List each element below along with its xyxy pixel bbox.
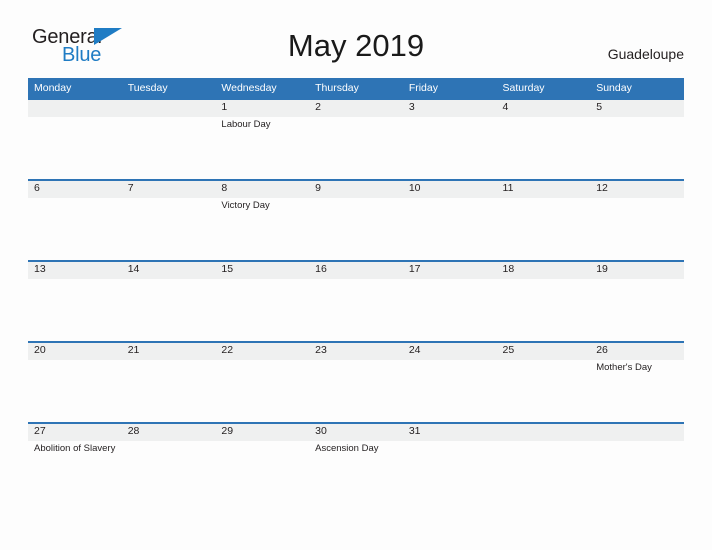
- weekday-header-saturday: Saturday: [502, 82, 545, 94]
- day-number: 10: [408, 182, 421, 194]
- weekday-header-wednesday: Wednesday: [221, 82, 277, 94]
- calendar: Monday Tuesday Wednesday Thursday Friday…: [28, 78, 684, 503]
- calendar-day-cell[interactable]: 25: [497, 341, 591, 420]
- day-number: 17: [408, 263, 421, 275]
- calendar-body: 1 Labour Day 2 3 4 5 6 7 8 Victory Day 9 10 11 12 13 14…: [28, 98, 684, 503]
- day-number: 29: [221, 425, 234, 437]
- calendar-day-cell[interactable]: 20: [28, 341, 122, 420]
- calendar-day-cell[interactable]: 9: [309, 179, 403, 258]
- day-event-label: Mother's Day: [596, 362, 652, 373]
- calendar-day-cell[interactable]: 4: [497, 98, 591, 177]
- calendar-day-cell[interactable]: 5: [590, 98, 684, 177]
- calendar-day-cell[interactable]: 21: [122, 341, 216, 420]
- calendar-day-cell[interactable]: 6: [28, 179, 122, 258]
- day-number: 4: [502, 101, 509, 113]
- calendar-day-cell[interactable]: 19: [590, 260, 684, 339]
- day-event-label: Ascension Day: [315, 443, 379, 454]
- week-cells: 13 14 15 16 17 18 19: [28, 260, 684, 339]
- calendar-week-row: 1 Labour Day 2 3 4 5: [28, 98, 684, 179]
- weekday-header-tuesday: Tuesday: [127, 82, 168, 94]
- calendar-week-row: 27 Abolition of Slavery 28 29 30 Ascension Da…: [28, 422, 684, 503]
- calendar-day-cell[interactable]: 8 Victory Day: [215, 179, 309, 258]
- calendar-day-cell[interactable]: 12: [590, 179, 684, 258]
- day-number: 13: [34, 263, 46, 275]
- calendar-day-cell[interactable]: 15: [215, 260, 309, 339]
- calendar-day-cell-empty: [590, 422, 684, 501]
- calendar-day-cell-empty: [28, 98, 122, 177]
- calendar-day-cell[interactable]: 26 Mother's Day: [590, 341, 684, 420]
- calendar-day-cell[interactable]: 23: [309, 341, 403, 420]
- calendar-week-row: 13 14 15 16 17 18 19: [28, 260, 684, 341]
- day-number: 24: [408, 344, 421, 356]
- calendar-day-cell[interactable]: 1 Labour Day: [215, 98, 309, 177]
- calendar-day-cell[interactable]: 17: [403, 260, 497, 339]
- day-number: 27: [34, 425, 46, 437]
- calendar-day-cell[interactable]: 27 Abolition of Slavery: [28, 422, 122, 501]
- day-number: 21: [127, 344, 140, 356]
- weekday-header-friday: Friday: [408, 82, 438, 94]
- week-cells: 1 Labour Day 2 3 4 5: [28, 98, 684, 177]
- calendar-day-cell[interactable]: 31: [403, 422, 497, 501]
- calendar-day-cell[interactable]: 24: [403, 341, 497, 420]
- day-event-label: Victory Day: [221, 200, 270, 211]
- day-number: 5: [596, 101, 603, 113]
- day-number: 9: [315, 182, 321, 194]
- day-number: 8: [221, 182, 228, 194]
- day-event-label: Abolition of Slavery: [34, 443, 116, 454]
- day-number: 28: [127, 425, 140, 437]
- calendar-day-cell[interactable]: 22: [215, 341, 309, 420]
- day-number: 22: [221, 344, 234, 356]
- day-number: 3: [408, 101, 415, 113]
- day-number: 31: [408, 425, 421, 437]
- day-number: 2: [315, 101, 321, 113]
- day-event-label: Labour Day: [221, 119, 271, 130]
- week-cells: 6 7 8 Victory Day 9 10 11 12: [28, 179, 684, 258]
- day-number: 19: [596, 263, 608, 275]
- day-number: 25: [502, 344, 515, 356]
- week-cells: 20 21 22 23 24 25 26 Mother's Day: [28, 341, 684, 420]
- calendar-day-cell[interactable]: 28: [122, 422, 216, 501]
- day-number: 1: [221, 101, 228, 113]
- day-number: 6: [34, 182, 40, 194]
- calendar-day-cell[interactable]: 13: [28, 260, 122, 339]
- calendar-day-cell[interactable]: 16: [309, 260, 403, 339]
- weekday-header-thursday: Thursday: [315, 82, 359, 94]
- calendar-day-cell[interactable]: 18: [497, 260, 591, 339]
- calendar-day-cell[interactable]: 7: [122, 179, 216, 258]
- calendar-week-row: 6 7 8 Victory Day 9 10 11 12: [28, 179, 684, 260]
- day-number: 23: [315, 344, 327, 356]
- day-number: 18: [502, 263, 515, 275]
- day-number: 12: [596, 182, 608, 194]
- weekday-header-monday: Monday: [34, 82, 72, 94]
- day-number: 11: [502, 182, 514, 194]
- calendar-day-cell-empty: [122, 98, 216, 177]
- calendar-day-cell[interactable]: 29: [215, 422, 309, 501]
- calendar-day-cell[interactable]: 2: [309, 98, 403, 177]
- day-number: 7: [127, 182, 134, 194]
- calendar-day-cell-empty: [497, 422, 591, 501]
- region-label: Guadeloupe: [607, 46, 684, 62]
- weekday-header-row: Monday Tuesday Wednesday Thursday Friday…: [28, 78, 684, 98]
- calendar-day-cell[interactable]: 3: [403, 98, 497, 177]
- day-number: 20: [34, 344, 46, 356]
- calendar-day-cell[interactable]: 30 Ascension Day: [309, 422, 403, 501]
- day-number: 16: [315, 263, 327, 275]
- calendar-week-row: 20 21 22 23 24 25 26 Mother's Day: [28, 341, 684, 422]
- day-number: 14: [127, 263, 140, 275]
- week-cells: 27 Abolition of Slavery 28 29 30 Ascension Da…: [28, 422, 684, 501]
- day-number: 26: [596, 344, 608, 356]
- day-number: 15: [221, 263, 234, 275]
- page-header: General Blue May 2019 Guadeloupe: [0, 0, 712, 66]
- calendar-day-cell[interactable]: 11: [497, 179, 591, 258]
- calendar-day-cell[interactable]: 14: [122, 260, 216, 339]
- day-number: 30: [315, 425, 327, 437]
- page-title: May 2019: [287, 28, 425, 63]
- calendar-day-cell[interactable]: 10: [403, 179, 497, 258]
- weekday-header-sunday: Sunday: [596, 82, 632, 94]
